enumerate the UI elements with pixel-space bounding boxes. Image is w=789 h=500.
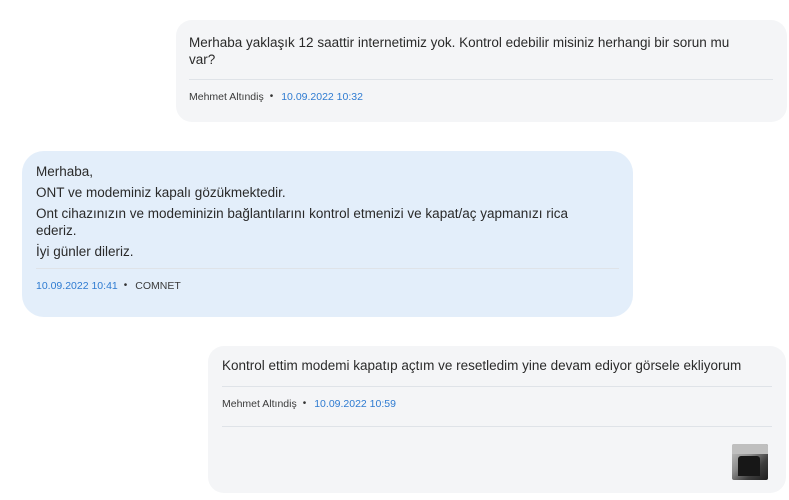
message-author: Mehmet Altındiş [222, 398, 297, 410]
message-timestamp: 10.09.2022 10:59 [314, 398, 396, 410]
message-paragraph: İyi günler dileriz. [36, 244, 134, 259]
image-thumbnail-icon[interactable] [732, 444, 768, 480]
message-bubble-user: Merhaba yaklaşık 12 saattir internetimiz… [176, 20, 787, 122]
message-text: Merhaba yaklaşık 12 saattir internetimiz… [189, 35, 730, 67]
meta-separator: • [123, 280, 128, 291]
attachment-divider [222, 426, 772, 427]
message-divider [189, 79, 773, 80]
message-author: COMNET [135, 280, 181, 292]
message-text: Merhaba, ONT ve modeminiz kapalı gözükme… [36, 163, 619, 260]
message-text: Kontrol ettim modemi kapatıp açtım ve re… [222, 358, 742, 373]
message-divider [36, 268, 619, 269]
message-bubble-user: Kontrol ettim modemi kapatıp açtım ve re… [208, 346, 786, 493]
thumbnail-highlight [732, 444, 768, 454]
message-paragraph: Ont cihazınızın ve modeminizin bağlantıl… [36, 206, 569, 238]
message-divider [222, 386, 772, 387]
message-meta: Mehmet Altındiş • 10.09.2022 10:32 [189, 90, 773, 104]
meta-separator: • [269, 91, 274, 102]
message-timestamp: 10.09.2022 10:32 [281, 91, 363, 103]
message-meta: Mehmet Altındiş • 10.09.2022 10:59 [222, 397, 772, 411]
thumbnail-device-shape [738, 456, 760, 476]
message-author: Mehmet Altındiş [189, 91, 264, 103]
meta-separator: • [302, 398, 307, 409]
message-paragraph: Merhaba, [36, 164, 94, 179]
message-meta: 10.09.2022 10:41 • COMNET [36, 279, 619, 293]
message-timestamp: 10.09.2022 10:41 [36, 280, 118, 292]
message-bubble-agent: Merhaba, ONT ve modeminiz kapalı gözükme… [22, 151, 633, 317]
message-paragraph: ONT ve modeminiz kapalı gözükmektedir. [36, 185, 286, 200]
